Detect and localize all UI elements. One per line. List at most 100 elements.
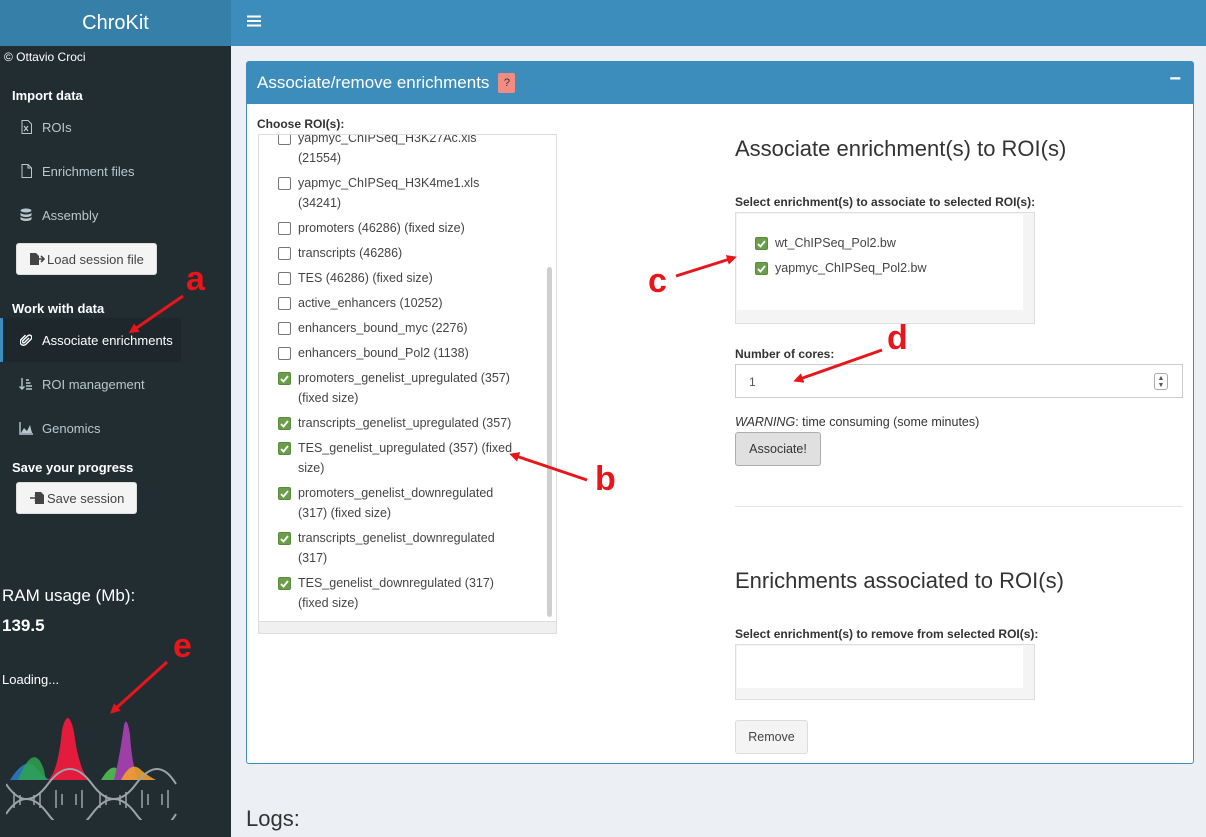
select-enrichment-label: Select enrichment(s) to associate to sel… [735, 195, 1036, 209]
enrichment-label: yapmyc_ChIPSeq_Pol2.bw [775, 261, 927, 275]
roi-label: transcripts_genelist_upregulated (357) [298, 416, 512, 430]
copyright: © Ottavio Croci [4, 50, 86, 64]
annotation-c: c [648, 262, 667, 300]
import-data-header: Import data [12, 88, 83, 103]
sidebar-item-label: Genomics [42, 420, 101, 436]
sign-in-icon [29, 252, 45, 266]
enrichment-item[interactable]: yapmyc_ChIPSeq_Pol2.bw [755, 258, 1023, 278]
remove-button[interactable]: Remove [735, 720, 808, 754]
sidebar-item-label: Associate enrichments [42, 332, 173, 348]
warning-prefix: WARNING [735, 415, 796, 429]
roi-label: yapmyc_ChIPSeq_H3K4me1.xls (34241) [298, 176, 480, 210]
checkbox-checked[interactable] [278, 577, 291, 590]
checkbox-checked[interactable] [278, 532, 291, 545]
panel-title: Associate/remove enrichments [257, 73, 490, 92]
roi-item[interactable]: TES_genelist_downregulated (317) (fixed … [278, 573, 518, 613]
divider [735, 506, 1183, 507]
checkbox-checked[interactable] [755, 237, 768, 250]
sort-icon [18, 377, 34, 391]
roi-item[interactable]: TES_genelist_upregulated (357) (fixed si… [278, 438, 518, 478]
roi-label: enhancers_bound_Pol2 (1138) [298, 346, 469, 360]
roi-label: TES (46286) (fixed size) [298, 271, 433, 285]
roi-item[interactable]: promoters_genelist_downregulated (317) (… [278, 483, 518, 523]
annotation-a: a [186, 260, 205, 298]
roi-label: promoters (46286) (fixed size) [298, 221, 465, 235]
roi-item[interactable]: active_enhancers (10252) [278, 293, 518, 313]
load-session-button[interactable]: Load session file [16, 243, 157, 275]
annotation-e: e [173, 627, 192, 665]
save-session-button[interactable]: Save session [16, 482, 138, 514]
sign-in-icon [29, 491, 45, 505]
sidebar-item-enrichment-files[interactable]: Enrichment files [0, 149, 231, 193]
roi-item[interactable]: promoters (46286) (fixed size) [278, 218, 518, 238]
hamburger-icon[interactable] [247, 14, 261, 32]
checkbox-unchecked[interactable] [278, 135, 291, 145]
paperclip-icon [18, 333, 34, 347]
associate-button[interactable]: Associate! [735, 432, 821, 466]
roi-label: TES_genelist_upregulated (357) (fixed si… [298, 441, 513, 475]
scroll-track [259, 621, 556, 633]
file-icon [18, 164, 34, 178]
enrichment-checkbox-list[interactable]: wt_ChIPSeq_Pol2.bw yapmyc_ChIPSeq_Pol2.bw [735, 212, 1035, 324]
roi-item[interactable]: enhancers_bound_myc (2276) [278, 318, 518, 338]
app-title: ChroKit [0, 0, 231, 46]
checkbox-unchecked[interactable] [278, 322, 291, 335]
checkbox-unchecked[interactable] [278, 177, 291, 190]
enrichment-list: wt_ChIPSeq_Pol2.bw yapmyc_ChIPSeq_Pol2.bw [737, 214, 1023, 310]
roi-list: yapmyc_ChIPSeq_H3K27Ac.xls (21554) yapmyc… [278, 135, 518, 618]
excel-file-icon [18, 120, 34, 134]
sidebar-item-genomics[interactable]: Genomics [0, 406, 231, 450]
sidebar-item-label: Enrichment files [42, 163, 135, 179]
annotation-d: d [887, 319, 908, 357]
sidebar-item-label: Assembly [42, 207, 99, 223]
enrichment-label: wt_ChIPSeq_Pol2.bw [775, 236, 896, 250]
collapse-button[interactable]: − [1169, 68, 1181, 91]
roi-item[interactable]: yapmyc_ChIPSeq_H3K4me1.xls (34241) [278, 173, 518, 213]
checkbox-unchecked[interactable] [278, 247, 291, 260]
roi-checkbox-list[interactable]: yapmyc_ChIPSeq_H3K27Ac.xls (21554) yapmyc… [258, 134, 557, 634]
enrichment-item[interactable]: wt_ChIPSeq_Pol2.bw [755, 233, 1023, 253]
roi-item[interactable]: enhancers_bound_Pol2 (1138) [278, 343, 518, 363]
roi-label: transcripts_genelist_downregulated (317) [298, 531, 495, 565]
number-spinner[interactable]: ▲ ▼ [1154, 373, 1168, 390]
sidebar-item-associate-enrichments[interactable]: Associate enrichments [0, 318, 181, 362]
roi-item[interactable]: promoters_genelist_upregulated (357) (fi… [278, 368, 518, 408]
roi-label: promoters_genelist_downregulated (317) (… [298, 486, 494, 520]
panel-header: Associate/remove enrichments ? − [247, 62, 1193, 104]
scrollbar[interactable] [547, 267, 552, 617]
help-badge[interactable]: ? [498, 73, 516, 93]
remove-enrichment-list[interactable] [735, 644, 1035, 700]
associate-heading: Associate enrichment(s) to ROI(s) [735, 136, 1067, 161]
roi-label: TES_genelist_downregulated (317) (fixed … [298, 576, 494, 610]
sidebar-item-assembly[interactable]: Assembly [0, 193, 231, 237]
remove-list-inner [737, 646, 1023, 688]
roi-label: enhancers_bound_myc (2276) [298, 321, 468, 335]
ram-usage-label: RAM usage (Mb): [2, 586, 136, 605]
sidebar-item-rois[interactable]: ROIs [0, 105, 231, 149]
roi-item[interactable]: transcripts_genelist_upregulated (357) [278, 413, 518, 433]
load-session-label: Load session file [47, 251, 144, 267]
roi-item[interactable]: transcripts_genelist_downregulated (317) [278, 528, 518, 568]
warning-text: WARNING: time consuming (some minutes) [735, 415, 979, 429]
roi-label: promoters_genelist_upregulated (357) (fi… [298, 371, 510, 405]
checkbox-checked[interactable] [278, 417, 291, 430]
roi-item[interactable]: TES (46286) (fixed size) [278, 268, 518, 288]
checkbox-unchecked[interactable] [278, 222, 291, 235]
checkbox-checked[interactable] [755, 262, 768, 275]
sidebar: ChroKit © Ottavio Croci Import data ROIs… [0, 0, 231, 837]
checkbox-unchecked[interactable] [278, 272, 291, 285]
roi-item[interactable]: transcripts (46286) [278, 243, 518, 263]
checkbox-unchecked[interactable] [278, 297, 291, 310]
checkbox-checked[interactable] [278, 372, 291, 385]
cores-input[interactable]: 1 ▲ ▼ [735, 364, 1183, 398]
checkbox-unchecked[interactable] [278, 347, 291, 360]
associate-remove-panel: Associate/remove enrichments ? − Choose … [246, 61, 1194, 764]
sidebar-item-roi-management[interactable]: ROI management [0, 362, 231, 406]
cores-label: Number of cores: [735, 347, 835, 361]
warning-message: : time consuming (some minutes) [795, 415, 980, 429]
work-with-data-header: Work with data [12, 301, 105, 316]
checkbox-checked[interactable] [278, 487, 291, 500]
checkbox-checked[interactable] [278, 442, 291, 455]
ram-usage-value: 139.5 [2, 616, 45, 635]
roi-item[interactable]: yapmyc_ChIPSeq_H3K27Ac.xls (21554) [278, 135, 518, 168]
